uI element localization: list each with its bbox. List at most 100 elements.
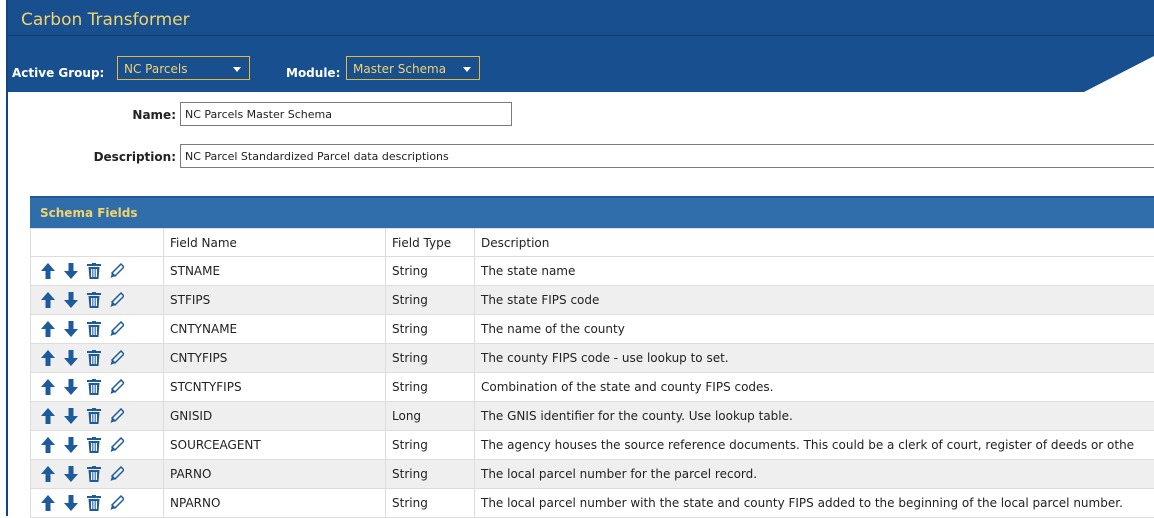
edit-icon[interactable] [110,379,124,395]
header-divider [8,35,1154,36]
edit-icon[interactable] [110,263,124,279]
move-down-icon[interactable] [64,379,78,395]
field-name-cell: NPARNO [164,489,386,518]
table-row: CNTYNAMEStringThe name of the county [31,315,1154,344]
move-down-icon[interactable] [64,437,78,453]
field-type-cell: String [386,460,475,489]
move-down-icon[interactable] [64,408,78,424]
delete-icon[interactable] [87,437,101,453]
field-name-cell: STCNTYFIPS [164,373,386,402]
delete-icon[interactable] [87,350,101,366]
move-down-icon[interactable] [64,466,78,482]
row-actions [31,431,164,460]
move-up-icon[interactable] [41,495,55,511]
field-name-cell: PARNO [164,460,386,489]
table-row: STNAMEStringThe state name [31,257,1154,286]
delete-icon[interactable] [87,321,101,337]
description-cell: The agency houses the source reference d… [475,431,1154,460]
table-row: CNTYFIPSStringThe county FIPS code - use… [31,344,1154,373]
table-header-row: Field Name Field Type Description [31,229,1154,257]
field-type-cell: String [386,286,475,315]
module-label: Module: [286,66,340,80]
field-type-cell: String [386,431,475,460]
app-header: Carbon Transformer Active Group: NC Parc… [8,0,1154,92]
move-down-icon[interactable] [64,321,78,337]
field-type-cell: String [386,315,475,344]
move-up-icon[interactable] [41,292,55,308]
active-group-value: NC Parcels [124,62,187,76]
field-name-cell: STNAME [164,257,386,286]
field-name-cell: STFIPS [164,286,386,315]
move-up-icon[interactable] [41,408,55,424]
row-actions [31,257,164,286]
edit-icon[interactable] [110,437,124,453]
description-cell: Combination of the state and county FIPS… [475,373,1154,402]
field-name-cell: CNTYFIPS [164,344,386,373]
table-row: SOURCEAGENTStringThe agency houses the s… [31,431,1154,460]
edit-icon[interactable] [110,495,124,511]
row-actions [31,373,164,402]
row-actions [31,402,164,431]
edit-icon[interactable] [110,321,124,337]
row-actions [31,315,164,344]
module-value: Master Schema [353,62,446,76]
row-actions [31,286,164,315]
table-row: STCNTYFIPSStringCombination of the state… [31,373,1154,402]
move-down-icon[interactable] [64,350,78,366]
row-actions [31,460,164,489]
description-label: Description: [60,150,176,164]
field-type-cell: String [386,344,475,373]
description-cell: The state name [475,257,1154,286]
edit-icon[interactable] [110,350,124,366]
active-group-dropdown[interactable]: NC Parcels [117,56,250,80]
move-down-icon[interactable] [64,263,78,279]
schema-fields-title: Schema Fields [40,206,138,220]
module-dropdown[interactable]: Master Schema [346,56,480,80]
delete-icon[interactable] [87,495,101,511]
description-cell: The local parcel number with the state a… [475,489,1154,518]
field-name-cell: GNISID [164,402,386,431]
field-type-cell: Long [386,402,475,431]
move-down-icon[interactable] [64,495,78,511]
description-cell: The county FIPS code - use lookup to set… [475,344,1154,373]
delete-icon[interactable] [87,263,101,279]
field-name-cell: CNTYNAME [164,315,386,344]
delete-icon[interactable] [87,292,101,308]
name-label: Name: [100,108,176,122]
edit-icon[interactable] [110,292,124,308]
table-row: GNISIDLongThe GNIS identifier for the co… [31,402,1154,431]
schema-fields-table: Field Name Field Type Description STNAME… [30,228,1154,518]
description-cell: The local parcel number for the parcel r… [475,460,1154,489]
name-field[interactable]: NC Parcels Master Schema [180,102,512,126]
move-up-icon[interactable] [41,321,55,337]
header-corner-cut [1084,56,1154,92]
description-column-header[interactable]: Description [475,229,1154,257]
delete-icon[interactable] [87,408,101,424]
move-up-icon[interactable] [41,379,55,395]
table-row: NPARNOStringThe local parcel number with… [31,489,1154,518]
edit-icon[interactable] [110,408,124,424]
move-up-icon[interactable] [41,466,55,482]
move-up-icon[interactable] [41,350,55,366]
description-field[interactable]: NC Parcel Standardized Parcel data descr… [180,144,1154,168]
app-title: Carbon Transformer [21,10,190,30]
delete-icon[interactable] [87,379,101,395]
field-type-cell: String [386,373,475,402]
move-down-icon[interactable] [64,292,78,308]
active-group-label: Active Group: [12,66,104,80]
field-name-column-header[interactable]: Field Name [164,229,386,257]
field-type-cell: String [386,257,475,286]
row-actions [31,344,164,373]
field-type-column-header[interactable]: Field Type [386,229,475,257]
description-cell: The state FIPS code [475,286,1154,315]
schema-fields-header: Schema Fields [30,196,1154,228]
move-up-icon[interactable] [41,437,55,453]
actions-column-header [31,229,164,257]
move-up-icon[interactable] [41,263,55,279]
field-name-cell: SOURCEAGENT [164,431,386,460]
field-type-cell: String [386,489,475,518]
row-actions [31,489,164,518]
table-row: STFIPSStringThe state FIPS code [31,286,1154,315]
edit-icon[interactable] [110,466,124,482]
delete-icon[interactable] [87,466,101,482]
